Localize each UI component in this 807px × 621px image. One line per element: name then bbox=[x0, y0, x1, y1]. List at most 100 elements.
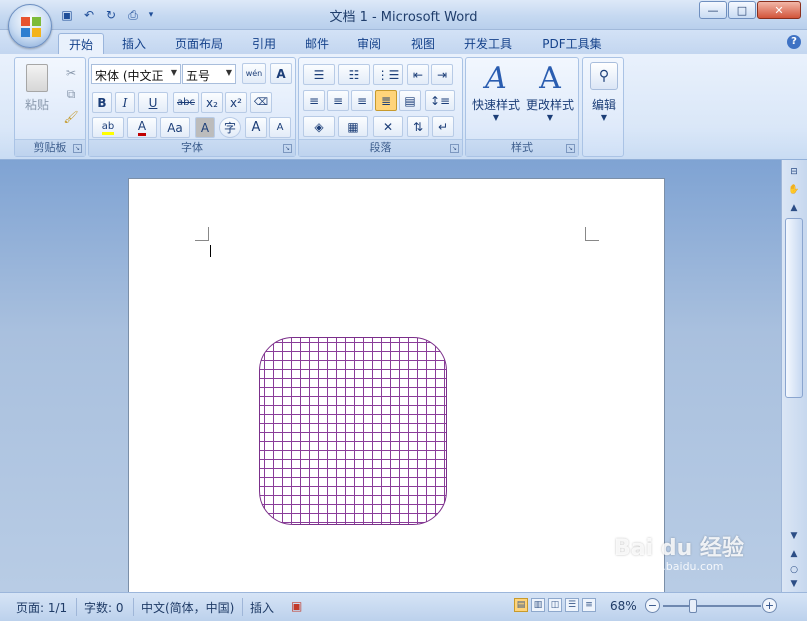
styles-group: A 快速样式 ▼ A 更改样式 ▼ 样式 ↘ bbox=[465, 57, 579, 157]
distributed-button[interactable]: ▤ bbox=[399, 90, 421, 111]
draft-view-icon[interactable]: ≡ bbox=[582, 598, 596, 612]
italic-button[interactable]: I bbox=[115, 92, 135, 113]
change-case-button[interactable]: Aa bbox=[160, 117, 190, 138]
zoom-in-icon[interactable]: + bbox=[762, 598, 777, 613]
full-screen-reading-icon[interactable]: ▥ bbox=[531, 598, 545, 612]
maximize-button[interactable]: □ bbox=[728, 1, 756, 19]
enclose-characters-button[interactable]: 字 bbox=[219, 117, 241, 138]
minimize-button[interactable]: — bbox=[699, 1, 727, 19]
status-bar: 页面: 1/1 字数: 0 中文(简体，中国) 插入 ▣ ▤ ▥ ◫ ☰ ≡ 6… bbox=[0, 592, 807, 621]
print-layout-view-icon[interactable]: ▤ bbox=[514, 598, 528, 612]
align-right-button[interactable]: ≡ bbox=[351, 90, 373, 111]
font-color-label: A bbox=[137, 119, 147, 136]
font-name-combo[interactable]: 宋体 (中文正 ▼ bbox=[91, 64, 181, 84]
zoom-slider-track[interactable] bbox=[663, 605, 761, 607]
align-left-icon: ≡ bbox=[308, 93, 320, 108]
insert-mode-indicator[interactable]: 插入 bbox=[250, 599, 274, 616]
justify-button[interactable]: ≣ bbox=[375, 90, 397, 111]
phonetic-guide-button[interactable]: wén bbox=[242, 63, 266, 84]
styles-launcher-icon[interactable]: ↘ bbox=[566, 144, 575, 153]
increase-indent-button[interactable]: ⇥ bbox=[431, 64, 453, 85]
copy-icon[interactable]: ⧉ bbox=[61, 84, 81, 105]
word-count[interactable]: 字数: 0 bbox=[84, 599, 124, 616]
font-size-value: 五号 bbox=[186, 69, 211, 83]
superscript-button[interactable]: x² bbox=[225, 92, 247, 113]
bold-button[interactable]: B bbox=[92, 92, 112, 113]
hand-icon[interactable]: ✋ bbox=[785, 182, 803, 198]
strikethrough-button[interactable]: abc bbox=[173, 92, 199, 113]
change-styles-label: 更改样式 bbox=[525, 98, 574, 112]
decrease-indent-button[interactable]: ⇤ bbox=[407, 64, 429, 85]
rounded-rectangle-grid-shape[interactable] bbox=[259, 337, 447, 525]
shrink-font-button[interactable]: A bbox=[269, 117, 291, 138]
document-area[interactable] bbox=[0, 160, 781, 592]
divider bbox=[133, 598, 134, 616]
scroll-up-icon[interactable]: ▲ bbox=[785, 200, 803, 216]
tab-references[interactable]: 引用 bbox=[242, 33, 286, 54]
highlight-color-button[interactable]: ab bbox=[92, 117, 124, 138]
quick-styles-button[interactable]: A 快速样式 ▼ bbox=[468, 61, 524, 123]
tab-page-layout[interactable]: 页面布局 bbox=[166, 33, 232, 54]
editing-button[interactable]: ⚲ 编辑 ▼ bbox=[585, 62, 623, 122]
numbering-button[interactable]: ☷ bbox=[338, 64, 370, 85]
tab-pdf-tools[interactable]: PDF工具集 bbox=[532, 33, 612, 54]
clear-formatting-button[interactable]: ⌫ bbox=[250, 92, 272, 113]
character-border-button[interactable]: A bbox=[270, 63, 292, 84]
format-painter-icon[interactable]: 🖌 bbox=[61, 106, 81, 127]
underline-button[interactable]: U bbox=[138, 92, 168, 113]
paste-icon bbox=[26, 64, 48, 92]
scroll-down-icon[interactable]: ▼ bbox=[785, 528, 803, 544]
watermark: Bai du 经验 bbox=[614, 536, 744, 561]
align-center-icon: ≡ bbox=[332, 93, 344, 108]
clipboard-launcher-icon[interactable]: ↘ bbox=[73, 144, 82, 153]
grow-font-button[interactable]: A bbox=[245, 117, 267, 138]
language-indicator[interactable]: 中文(简体，中国) bbox=[141, 599, 234, 616]
line-spacing-button[interactable]: ↕≡ bbox=[425, 90, 455, 111]
tab-mailings[interactable]: 邮件 bbox=[295, 33, 339, 54]
borders-button[interactable]: ▦ bbox=[338, 116, 368, 137]
shading-button[interactable]: ◈ bbox=[303, 116, 335, 137]
scroll-thumb[interactable] bbox=[785, 218, 803, 398]
zoom-slider-knob[interactable] bbox=[689, 599, 697, 613]
align-center-button[interactable]: ≡ bbox=[327, 90, 349, 111]
web-layout-icon[interactable]: ◫ bbox=[548, 598, 562, 612]
tab-developer[interactable]: 开发工具 bbox=[456, 33, 520, 54]
help-icon[interactable]: ? bbox=[787, 35, 801, 49]
next-page-icon[interactable]: ▼ bbox=[785, 576, 803, 592]
pilcrow-icon: ↵ bbox=[437, 119, 449, 134]
document-page[interactable] bbox=[128, 178, 665, 592]
font-color-button[interactable]: A bbox=[127, 117, 157, 138]
outline-view-icon[interactable]: ☰ bbox=[565, 598, 579, 612]
macro-record-icon[interactable]: ▣ bbox=[291, 599, 302, 613]
align-left-button[interactable]: ≡ bbox=[303, 90, 325, 111]
page-count[interactable]: 页面: 1/1 bbox=[16, 599, 67, 616]
tab-view[interactable]: 视图 bbox=[401, 33, 445, 54]
ruler-toggle-icon[interactable]: ⊟ bbox=[785, 164, 803, 180]
paragraph-launcher-icon[interactable]: ↘ bbox=[450, 144, 459, 153]
zoom-level[interactable]: 68% bbox=[610, 599, 637, 613]
subscript-button[interactable]: x₂ bbox=[201, 92, 223, 113]
quick-styles-icon: A bbox=[485, 61, 507, 96]
sort-button[interactable]: ⇅ bbox=[407, 116, 429, 137]
watermark-url: jingyan.baidu.com bbox=[622, 560, 724, 573]
show-marks-button[interactable]: ↵ bbox=[432, 116, 454, 137]
change-styles-button[interactable]: A 更改样式 ▼ bbox=[522, 62, 578, 123]
tab-insert[interactable]: 插入 bbox=[112, 33, 156, 54]
tab-home[interactable]: 开始 bbox=[58, 33, 104, 54]
bullets-button[interactable]: ☰ bbox=[303, 64, 335, 85]
cut-icon[interactable]: ✂ bbox=[61, 62, 81, 83]
zoom-out-icon[interactable]: − bbox=[645, 598, 660, 613]
asian-layout-button[interactable]: ✕ bbox=[373, 116, 403, 137]
font-launcher-icon[interactable]: ↘ bbox=[283, 144, 292, 153]
tab-review[interactable]: 审阅 bbox=[347, 33, 391, 54]
character-shading-button[interactable]: A bbox=[195, 117, 215, 138]
previous-page-icon[interactable]: ▲ bbox=[785, 546, 803, 562]
chevron-down-icon: ▼ bbox=[225, 68, 232, 77]
font-size-combo[interactable]: 五号 ▼ bbox=[182, 64, 236, 84]
close-button[interactable]: ✕ bbox=[757, 1, 801, 19]
multilevel-list-button[interactable]: ⋮☰ bbox=[373, 64, 403, 85]
sort-icon: ⇅ bbox=[412, 119, 424, 134]
paste-button[interactable]: 粘贴 bbox=[19, 64, 55, 113]
vertical-scrollbar[interactable]: ⊟ ✋ ▲ ▼ ▲ ○ ▼ bbox=[781, 160, 807, 592]
office-button[interactable] bbox=[8, 4, 52, 48]
